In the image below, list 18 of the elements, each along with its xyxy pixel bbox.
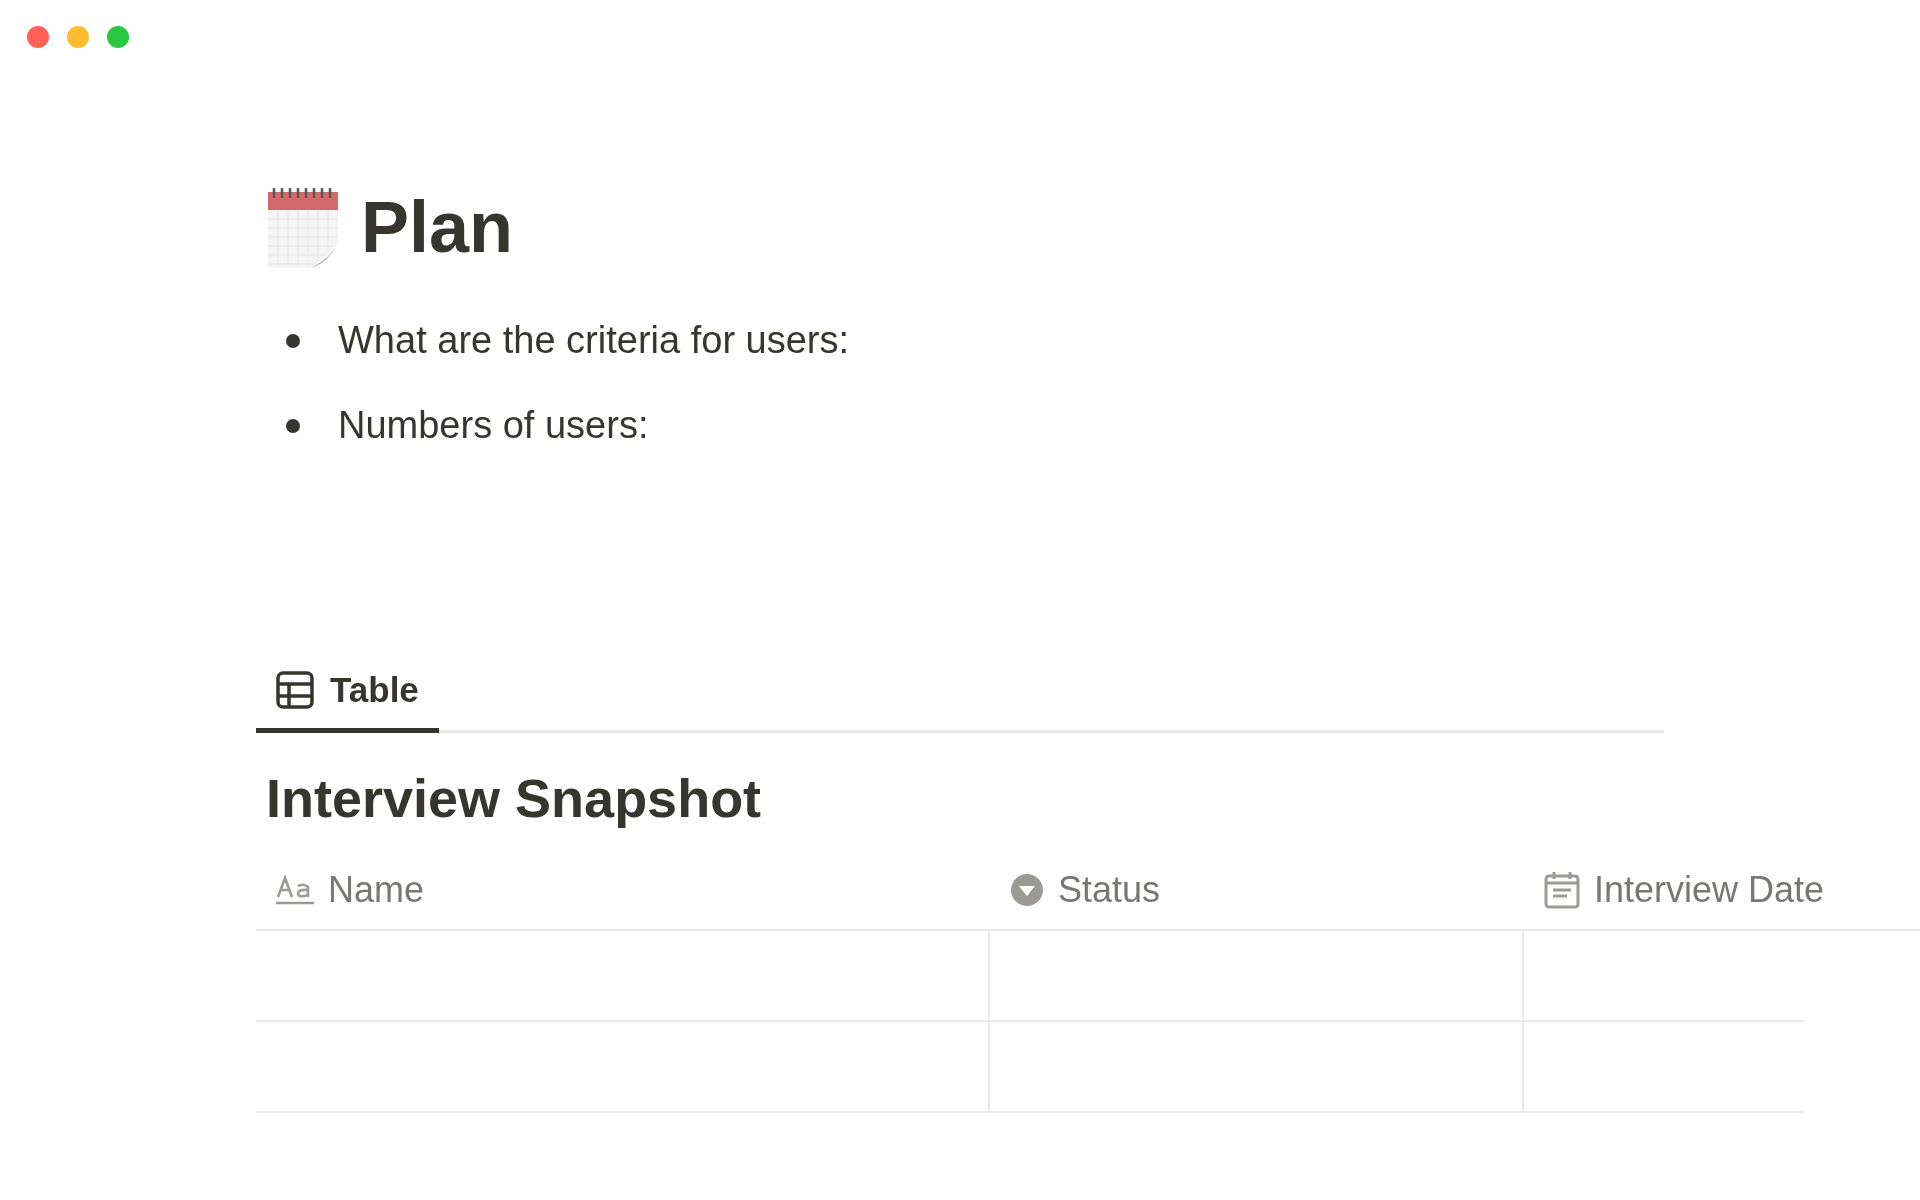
calendar-icon bbox=[265, 186, 341, 268]
bullet-icon bbox=[286, 418, 300, 433]
bullet-text: What are the criteria for users: bbox=[338, 319, 850, 362]
calendar-icon bbox=[1544, 871, 1580, 909]
window-control-button[interactable] bbox=[27, 26, 49, 48]
bullet-icon bbox=[286, 333, 300, 348]
page-title: Plan bbox=[361, 186, 514, 268]
database-title: Interview Snapshot bbox=[266, 767, 763, 829]
table-icon bbox=[276, 671, 314, 709]
column-header[interactable]: Name bbox=[256, 851, 990, 929]
window-control-button[interactable] bbox=[67, 26, 89, 48]
column-header[interactable]: Interview Date bbox=[1524, 851, 1920, 929]
window-control-button[interactable] bbox=[107, 26, 129, 48]
column-header[interactable]: Status bbox=[990, 851, 1524, 929]
dropdown-circle-icon bbox=[1010, 873, 1044, 907]
view-tab[interactable]: Table bbox=[256, 656, 439, 733]
text-type-icon bbox=[276, 875, 314, 905]
bullet-text: Numbers of users: bbox=[338, 404, 649, 447]
